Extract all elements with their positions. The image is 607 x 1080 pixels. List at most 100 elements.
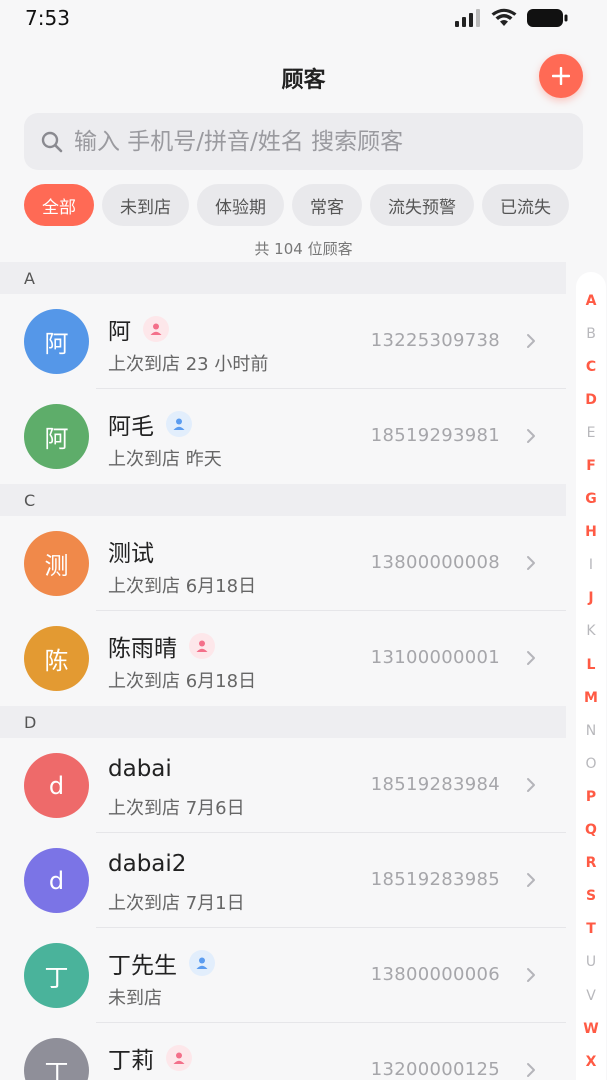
customer-row[interactable]: 阿阿上次到店 23 小时前 13225309738 [0, 294, 566, 389]
avatar: 测 [24, 531, 89, 596]
status-time: 7:53 [25, 6, 70, 30]
customer-phone: 18519293981 [370, 425, 500, 446]
name-line: 丁莉 [108, 1041, 192, 1075]
customer-phone: 13225309738 [370, 330, 500, 351]
index-letter[interactable]: K [576, 615, 606, 648]
chevron-right-icon [522, 426, 540, 446]
avatar: 陈 [24, 626, 89, 691]
search-icon [40, 130, 64, 154]
index-letter[interactable]: S [576, 880, 606, 913]
index-letter[interactable]: Q [576, 814, 606, 847]
index-letter[interactable]: L [576, 648, 606, 681]
alphabet-index[interactable]: ABCDEFGHIJKLMNOPQRSTUVWX [576, 272, 606, 1080]
name-line: 陈雨晴 [108, 629, 215, 663]
index-letter[interactable]: A [576, 284, 606, 317]
index-letter[interactable]: H [576, 516, 606, 549]
add-customer-button[interactable] [539, 54, 583, 98]
filter-chips: 全部 未到店 体验期 常客 流失预警 已流失 [24, 184, 569, 226]
name-line: 丁先生 [108, 946, 215, 980]
avatar: d [24, 753, 89, 818]
customer-row[interactable]: d dabai2 上次到店 7月1日 18519283985 [0, 833, 566, 928]
customer-phone: 13800000006 [370, 964, 500, 985]
index-letter[interactable]: T [576, 913, 606, 946]
customer-name: 阿毛 [108, 414, 154, 440]
name-line: 阿 [108, 312, 169, 346]
section-header: D [0, 706, 566, 738]
customer-row[interactable]: 陈陈雨晴 上次到店 6月18日 13100000001 [0, 611, 566, 706]
index-letter[interactable]: X [576, 1045, 606, 1078]
last-visit: 上次到店 昨天 [108, 449, 222, 470]
filter-chip[interactable]: 体验期 [197, 184, 284, 226]
customer-phone: 13200000125 [370, 1059, 500, 1080]
customer-row[interactable]: 阿阿毛上次到店 昨天 18519293981 [0, 389, 566, 484]
index-letter[interactable]: R [576, 847, 606, 880]
avatar: 丁 [24, 1038, 89, 1080]
chevron-right-icon [522, 870, 540, 890]
index-letter[interactable]: F [576, 449, 606, 482]
filter-chip[interactable]: 流失预警 [370, 184, 474, 226]
nav-bar: 顾客 [0, 40, 607, 112]
filter-chip[interactable]: 全部 [24, 184, 94, 226]
index-letter[interactable]: U [576, 946, 606, 979]
filter-chip[interactable]: 已流失 [482, 184, 569, 226]
customer-list: A 阿阿上次到店 23 小时前 13225309738 阿阿毛 上次到店 昨天 18519… [0, 262, 566, 1080]
customer-phone: 13800000008 [370, 552, 500, 573]
last-visit: 上次到店 23 小时前 [108, 354, 269, 375]
page-title: 顾客 [281, 68, 326, 93]
index-letter[interactable]: P [576, 780, 606, 813]
wifi-icon [491, 8, 517, 26]
index-letter[interactable]: M [576, 681, 606, 714]
index-letter[interactable]: V [576, 979, 606, 1012]
customer-phone: 13100000001 [370, 647, 500, 668]
status-bar: 7:53 [0, 0, 607, 38]
index-letter[interactable]: C [576, 350, 606, 383]
index-letter[interactable]: B [576, 317, 606, 350]
customer-phone: 18519283984 [370, 774, 500, 795]
chevron-right-icon [522, 648, 540, 668]
customer-row[interactable]: 测测试上次到店 6月18日 13800000008 [0, 516, 566, 611]
search-input[interactable] [74, 128, 554, 155]
chevron-right-icon [522, 1060, 540, 1080]
customer-name: dabai [108, 756, 172, 782]
chevron-right-icon [522, 965, 540, 985]
battery-icon [527, 9, 568, 27]
section-header: A [0, 262, 566, 294]
customer-row[interactable]: 丁丁莉 13200000125 [0, 1023, 566, 1080]
last-visit: 上次到店 7月6日 [108, 798, 245, 819]
avatar: 丁 [24, 943, 89, 1008]
index-letter[interactable]: N [576, 714, 606, 747]
customer-row[interactable]: 丁丁先生未到店 13800000006 [0, 928, 566, 1023]
search-box[interactable] [24, 113, 583, 170]
last-visit: 上次到店 6月18日 [108, 576, 257, 597]
index-letter[interactable]: J [576, 582, 606, 615]
customer-row[interactable]: d dabai 上次到店 7月6日 18519283984 [0, 738, 566, 833]
female-icon [143, 316, 169, 342]
index-letter[interactable]: D [576, 383, 606, 416]
customer-name: 测试 [108, 541, 154, 567]
avatar: 阿 [24, 404, 89, 469]
last-visit: 未到店 [108, 988, 162, 1009]
name-line: 阿毛 [108, 407, 192, 441]
avatar: d [24, 848, 89, 913]
last-visit: 上次到店 7月1日 [108, 893, 245, 914]
index-letter[interactable]: W [576, 1012, 606, 1045]
chevron-right-icon [522, 553, 540, 573]
name-line: dabai [108, 756, 172, 782]
plus-icon [552, 67, 570, 85]
filter-chip[interactable]: 常客 [292, 184, 362, 226]
name-line: dabai2 [108, 851, 186, 877]
customer-name: 丁莉 [108, 1048, 154, 1074]
customer-count: 共 104 位顾客 [254, 240, 353, 258]
index-letter[interactable]: O [576, 747, 606, 780]
chevron-right-icon [522, 775, 540, 795]
index-letter[interactable]: I [576, 549, 606, 582]
customer-name: dabai2 [108, 851, 187, 877]
female-icon [166, 1045, 192, 1071]
customer-name: 阿 [108, 319, 131, 345]
chevron-right-icon [522, 331, 540, 351]
signal-icon [455, 9, 480, 27]
customer-phone: 18519283985 [370, 869, 500, 890]
index-letter[interactable]: G [576, 483, 606, 516]
index-letter[interactable]: E [576, 416, 606, 449]
filter-chip[interactable]: 未到店 [102, 184, 189, 226]
